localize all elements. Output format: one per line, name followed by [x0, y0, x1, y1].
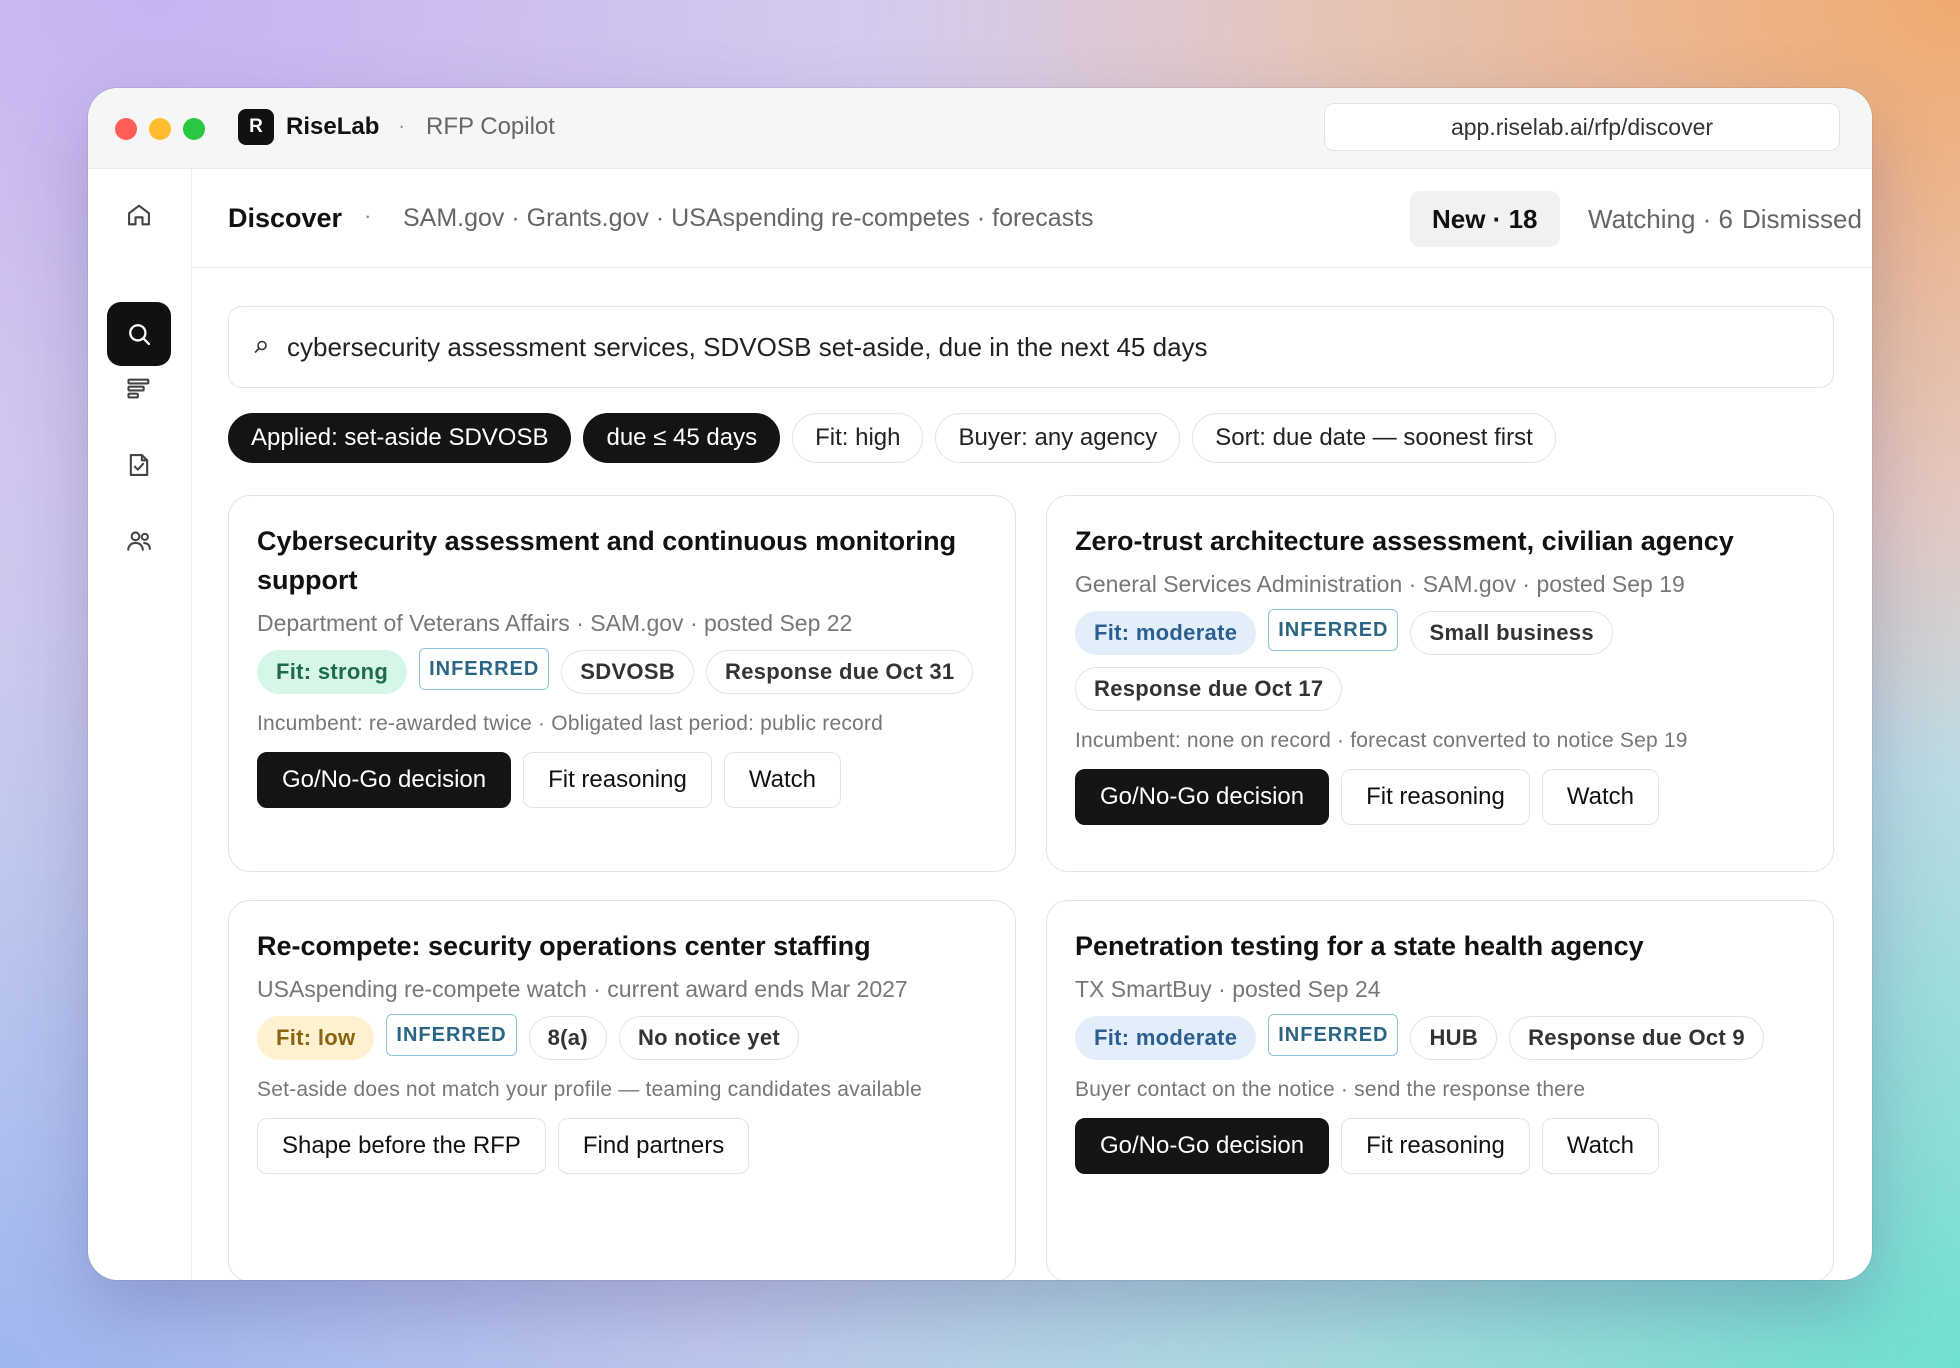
search-input[interactable]: cybersecurity assessment services, SDVOS… — [228, 306, 1834, 388]
card-title[interactable]: Cybersecurity assessment and continuous … — [257, 522, 957, 600]
opportunity-card: Zero-trust architecture assessment, civi… — [1046, 495, 1834, 872]
app-window: R RiseLab · RFP Copilot app.riselab.ai/r… — [88, 88, 1872, 1280]
sidebar-item-team[interactable] — [107, 509, 171, 573]
card-meta: TX SmartBuy · posted Sep 24 — [1075, 976, 1381, 1002]
card-actions: Shape before the RFP Find partners — [257, 1118, 987, 1174]
set-aside-tag: SDVOSB — [561, 650, 695, 694]
fit-reasoning-button[interactable]: Fit reasoning — [1341, 1118, 1530, 1174]
go-no-go-button[interactable]: Go/No-Go decision — [257, 752, 512, 808]
filter-chip-buyer[interactable]: Buyer: any agency — [935, 413, 1181, 463]
sidebar-item-home[interactable] — [107, 183, 171, 247]
find-partners-button[interactable]: Find partners — [557, 1118, 750, 1174]
go-no-go-button[interactable]: Go/No-Go decision — [1075, 769, 1330, 825]
sidebar — [88, 169, 192, 1280]
main-content: Discover · SAM.gov · Grants.gov · USAspe… — [192, 169, 1872, 1280]
due-date-tag: Response due Oct 31 — [706, 650, 974, 694]
card-tags: Fit: moderate INFERRED Small business Re… — [1075, 609, 1805, 711]
minimize-window-button[interactable] — [149, 118, 171, 140]
filter-chip-set-aside[interactable]: Applied: set-aside SDVOSB — [228, 413, 572, 463]
filter-chip-due[interactable]: due ≤ 45 days — [583, 413, 781, 463]
tab-new[interactable]: New · 18 — [1410, 191, 1560, 247]
close-window-button[interactable] — [115, 118, 137, 140]
watch-button[interactable]: Watch — [1541, 769, 1659, 825]
card-actions: Go/No-Go decision Fit reasoning Watch — [257, 752, 987, 808]
filter-chip-fit[interactable]: Fit: high — [792, 413, 924, 463]
card-tags: Fit: low INFERRED 8(a) No notice yet — [257, 1014, 987, 1060]
users-icon — [127, 531, 151, 551]
opportunity-card: Re-compete: security operations center s… — [228, 900, 1016, 1280]
card-actions: Go/No-Go decision Fit reasoning Watch — [1075, 769, 1805, 825]
home-icon — [128, 204, 150, 226]
sidebar-item-pipeline[interactable] — [107, 357, 171, 421]
filter-chip-sort[interactable]: Sort: due date — soonest first — [1192, 413, 1556, 463]
app-name: RiseLab — [286, 113, 380, 140]
url-bar[interactable]: app.riselab.ai/rfp/discover — [1324, 103, 1840, 151]
filter-chips: Applied: set-aside SDVOSB due ≤ 45 days … — [228, 413, 1556, 463]
opportunity-card: Cybersecurity assessment and continuous … — [228, 495, 1016, 872]
card-actions: Go/No-Go decision Fit reasoning Watch — [1075, 1118, 1805, 1174]
inferred-badge: INFERRED — [1268, 1014, 1399, 1056]
sidebar-item-documents[interactable] — [107, 433, 171, 497]
due-date-tag: Response due Oct 9 — [1509, 1016, 1764, 1060]
notice-status-tag: No notice yet — [618, 1016, 799, 1060]
app-subtitle: RFP Copilot — [426, 113, 555, 140]
inferred-badge: INFERRED — [419, 648, 550, 690]
tab-dismissed[interactable]: Dismissed — [1720, 191, 1872, 247]
search-icon — [129, 324, 151, 346]
fit-reasoning-button[interactable]: Fit reasoning — [523, 752, 712, 808]
card-title[interactable]: Re-compete: security operations center s… — [257, 927, 957, 966]
watch-button[interactable]: Watch — [723, 752, 841, 808]
document-check-icon — [129, 454, 149, 476]
card-meta: Department of Veterans Affairs · SAM.gov… — [257, 610, 853, 636]
header-separator: · — [364, 203, 372, 228]
set-aside-tag: HUB — [1410, 1016, 1498, 1060]
fit-reasoning-button[interactable]: Fit reasoning — [1341, 769, 1530, 825]
opportunity-card: Penetration testing for a state health a… — [1046, 900, 1834, 1280]
bars-icon — [127, 378, 150, 399]
card-note: Set-aside does not match your profile — … — [257, 1078, 922, 1101]
shape-before-rfp-button[interactable]: Shape before the RFP — [257, 1118, 546, 1174]
fit-badge: Fit: moderate — [1075, 1016, 1257, 1060]
inferred-badge: INFERRED — [1268, 609, 1399, 651]
card-meta: General Services Administration · SAM.go… — [1075, 571, 1685, 597]
card-title[interactable]: Zero-trust architecture assessment, civi… — [1075, 522, 1775, 561]
page-title: Discover — [228, 203, 343, 233]
search-icon — [253, 339, 273, 355]
search-query: cybersecurity assessment services, SDVOS… — [287, 331, 1208, 362]
source-list: SAM.gov · Grants.gov · USAspending re-co… — [403, 204, 1094, 232]
card-note: Incumbent: re-awarded twice · Obligated … — [257, 712, 884, 735]
page-header: Discover · SAM.gov · Grants.gov · USAspe… — [192, 169, 1872, 268]
fit-badge: Fit: strong — [257, 650, 408, 694]
zoom-window-button[interactable] — [183, 118, 205, 140]
title-bar: R RiseLab · RFP Copilot app.riselab.ai/r… — [88, 88, 1872, 169]
go-no-go-button[interactable]: Go/No-Go decision — [1075, 1118, 1330, 1174]
app-logo: R — [238, 109, 274, 145]
card-meta: USAspending re-compete watch · current a… — [257, 976, 908, 1002]
inferred-badge: INFERRED — [386, 1014, 517, 1056]
card-note: Buyer contact on the notice · send the r… — [1075, 1078, 1586, 1101]
set-aside-tag: 8(a) — [528, 1016, 607, 1060]
card-note: Incumbent: none on record · forecast con… — [1075, 729, 1688, 752]
watch-button[interactable]: Watch — [1541, 1118, 1659, 1174]
due-date-tag: Response due Oct 17 — [1075, 667, 1343, 711]
set-aside-tag: Small business — [1410, 611, 1613, 655]
fit-badge: Fit: low — [257, 1016, 375, 1060]
card-tags: Fit: strong INFERRED SDVOSB Response due… — [257, 648, 987, 694]
card-title[interactable]: Penetration testing for a state health a… — [1075, 927, 1775, 966]
card-tags: Fit: moderate INFERRED HUB Response due … — [1075, 1014, 1805, 1060]
fit-badge: Fit: moderate — [1075, 611, 1257, 655]
title-separator: · — [398, 113, 406, 138]
